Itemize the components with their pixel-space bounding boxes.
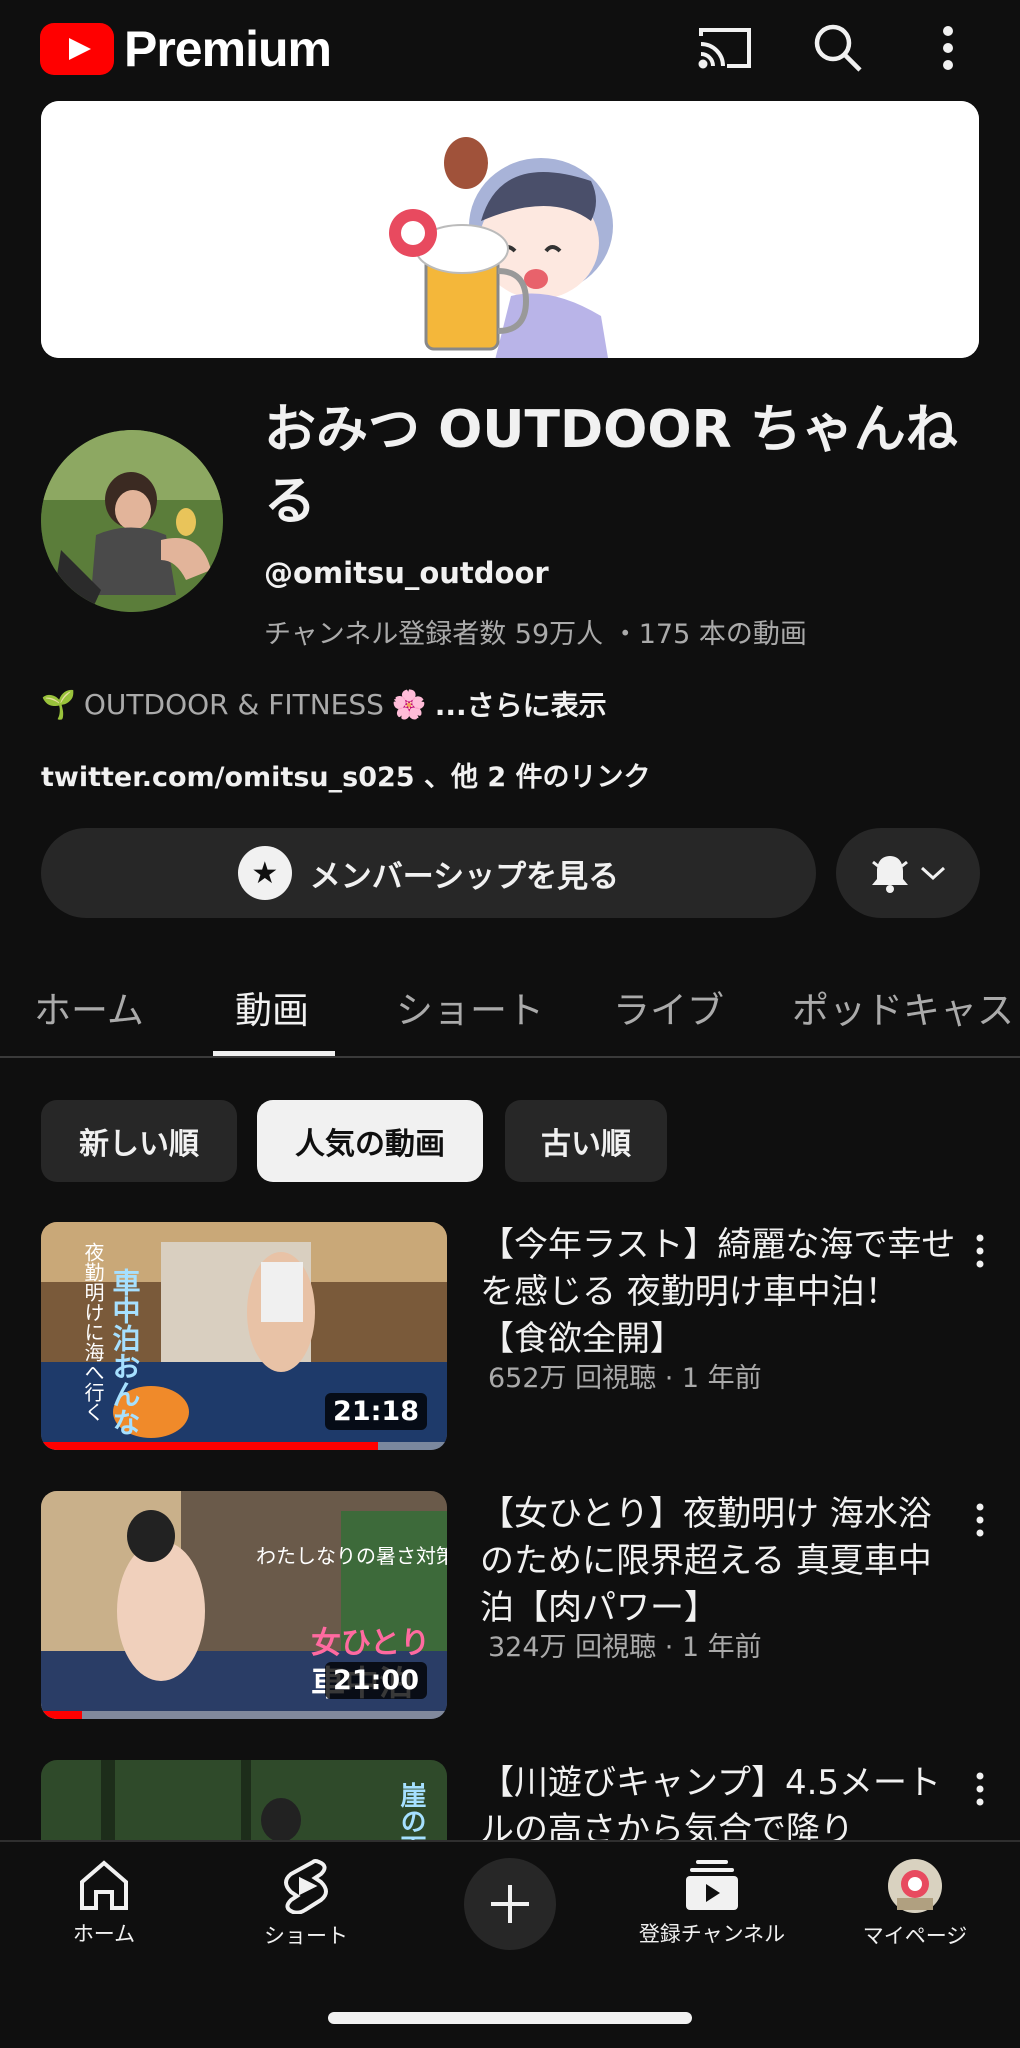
home-icon — [80, 1860, 128, 1910]
view-membership-label: メンバーシップを見る — [309, 858, 620, 895]
channel-title: おみつ OUTDOOR ちゃんねる — [264, 400, 958, 532]
thumb-caption: わたしなりの暑さ対策 — [256, 1544, 447, 1568]
nav-shorts[interactable]: ショート — [221, 1858, 391, 1950]
channel-tabs: ホーム 動画 ショート ライブ ポッドキャスト — [0, 960, 1020, 1058]
tab-videos[interactable]: 動画 — [235, 980, 309, 1034]
channel-description-text: OUTDOOR & FITNESS — [83, 687, 384, 721]
video-meta: 652万 回視聴 · 1 年前 — [488, 1363, 762, 1394]
watch-progress-fill — [41, 1442, 378, 1450]
nav-subscriptions[interactable]: 登録チャンネル — [627, 1858, 797, 1948]
logo-text: Premium — [124, 21, 332, 77]
bell-icon — [872, 856, 908, 893]
video-title[interactable]: 【今年ラスト】綺麗な海で幸せを感じる 夜勤明け車中泊！【食欲全開】 — [480, 1222, 960, 1363]
video-thumbnail[interactable]: わたしなりの暑さ対策 女ひとり 車中泊 21:00 — [41, 1491, 447, 1719]
show-more-link[interactable]: ...さらに表示 — [435, 684, 607, 724]
cherry-blossom-emoji-icon: 🌸 — [391, 687, 427, 721]
watch-progress-fill — [41, 1711, 82, 1719]
video-more-icon[interactable] — [960, 1495, 1000, 1545]
nav-home-label: ホーム — [72, 1922, 136, 1946]
channel-handle: @omitsu_outdoor — [264, 556, 549, 590]
shorts-icon — [284, 1859, 328, 1914]
youtube-premium-logo[interactable]: Premium — [40, 20, 332, 78]
more-vert-icon[interactable] — [918, 18, 978, 78]
tab-live[interactable]: ライブ — [613, 980, 724, 1034]
watch-progress-bar — [41, 1442, 447, 1450]
thumb-caption: 夜勤明けに海へ行く — [81, 1242, 105, 1422]
channel-avatar[interactable] — [41, 430, 223, 612]
video-item[interactable]: わたしなりの暑さ対策 女ひとり 車中泊 21:00 【女ひとり】夜勤明け 海水浴… — [0, 1491, 1020, 1731]
channel-banner — [41, 101, 979, 358]
cast-icon[interactable] — [695, 18, 755, 78]
tab-podcasts[interactable]: ポッドキャスト — [792, 980, 1020, 1034]
chip-newest[interactable]: 新しい順 — [41, 1100, 237, 1182]
plus-icon — [491, 1885, 529, 1923]
channel-stats: チャンネル登録者数 59万人 ・175 本の動画 — [264, 619, 807, 650]
nav-shorts-label: ショート — [264, 1924, 348, 1948]
banner-illustration — [41, 101, 979, 358]
star-icon: ★ — [237, 846, 292, 900]
home-indicator — [328, 2012, 692, 2024]
channel-description[interactable]: 🌱 OUTDOOR & FITNESS 🌸 ...さらに表示 — [41, 684, 607, 724]
view-membership-button[interactable]: ★ メンバーシップを見る — [41, 828, 816, 918]
nav-home[interactable]: ホーム — [19, 1858, 189, 1948]
video-thumbnail[interactable]: 車中泊おんな 夜勤明けに海へ行く 21:18 — [41, 1222, 447, 1450]
active-tab-indicator — [213, 1051, 335, 1056]
search-icon[interactable] — [808, 18, 868, 78]
notification-bell-button[interactable] — [836, 828, 980, 918]
chip-popular[interactable]: 人気の動画 — [257, 1100, 483, 1182]
nav-mypage-label: マイページ — [862, 1924, 968, 1948]
youtube-play-logo-icon — [40, 23, 114, 75]
nav-mypage[interactable]: マイページ — [830, 1858, 1000, 1950]
video-duration: 21:18 — [325, 1393, 427, 1430]
chip-oldest[interactable]: 古い順 — [505, 1100, 667, 1182]
thumb-caption: 女ひとり — [311, 1626, 430, 1661]
avatar — [888, 1859, 942, 1913]
seedling-emoji-icon: 🌱 — [41, 687, 76, 721]
video-duration: 21:00 — [325, 1662, 427, 1699]
subscriptions-icon — [686, 1860, 738, 1910]
tab-home[interactable]: ホーム — [34, 980, 144, 1034]
video-item[interactable]: 車中泊おんな 夜勤明けに海へ行く 21:18 【今年ラスト】綺麗な海で幸せを感じ… — [0, 1222, 1020, 1462]
sort-chips: 新しい順 人気の動画 古い順 — [0, 1100, 1020, 1182]
thumb-caption: 車中泊おんな — [109, 1268, 142, 1436]
nav-subscriptions-label: 登録チャンネル — [638, 1922, 786, 1946]
video-meta: 324万 回視聴 · 1 年前 — [488, 1632, 762, 1663]
video-title[interactable]: 【女ひとり】夜勤明け 海水浴のために限界超える 真夏車中泊【肉パワー】 — [480, 1491, 960, 1632]
chevron-down-icon — [920, 866, 946, 881]
top-app-bar: Premium — [0, 0, 1020, 96]
video-more-icon[interactable] — [960, 1226, 1000, 1276]
channel-links[interactable]: twitter.com/omitsu_s025 、他 2 件のリンク — [41, 755, 651, 794]
watch-progress-bar — [41, 1711, 447, 1719]
tab-shorts[interactable]: ショート — [396, 980, 544, 1034]
create-button[interactable] — [464, 1858, 556, 1950]
video-more-icon[interactable] — [960, 1764, 1000, 1814]
channel-avatar-image — [41, 430, 223, 612]
